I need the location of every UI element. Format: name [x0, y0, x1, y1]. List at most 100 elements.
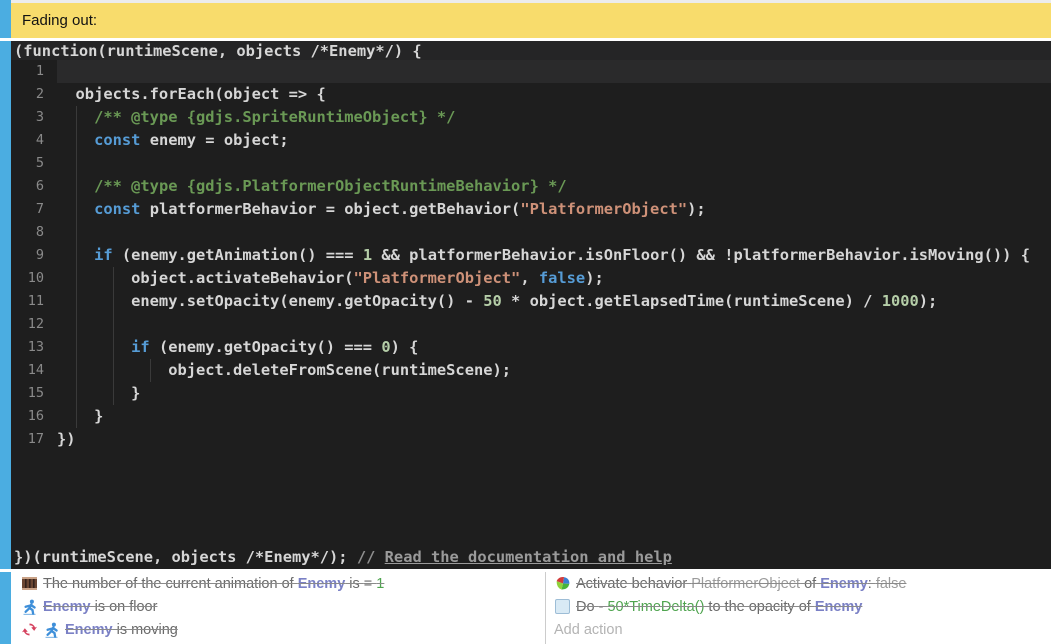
- code-token: platformerBehavior = object.getBehavior(: [140, 200, 520, 218]
- text-segment: is: [345, 576, 364, 592]
- line-number: 10: [11, 267, 57, 290]
- code-token: (enemy.getOpacity() ===: [150, 338, 382, 356]
- code-line[interactable]: 11 enemy.setOpacity(enemy.getOpacity() -…: [11, 290, 1051, 313]
- code-token: }: [57, 407, 103, 425]
- code-token: false: [539, 269, 585, 287]
- code-lines[interactable]: 12 objects.forEach(object => {3 /** @typ…: [11, 60, 1051, 451]
- code-token: 0: [381, 338, 390, 356]
- code-token: 1000: [882, 292, 919, 310]
- indent-guide: [113, 267, 114, 290]
- platformer-icon: [43, 621, 60, 638]
- indent-guide: [76, 221, 77, 244]
- code-line[interactable]: 15 }: [11, 382, 1051, 405]
- condition-row[interactable]: Enemy is moving: [11, 618, 545, 641]
- code-line[interactable]: 9 if (enemy.getAnimation() === 1 && plat…: [11, 244, 1051, 267]
- code-token: (function(runtimeScene, objects /*Enemy*…: [14, 42, 422, 60]
- text-segment: is moving: [113, 622, 178, 638]
- code-token: ,: [520, 269, 539, 287]
- indent-guide: [76, 244, 77, 267]
- code-line[interactable]: 12: [11, 313, 1051, 336]
- code-token: }): [57, 430, 76, 448]
- text-segment: to the opacity of: [704, 599, 814, 615]
- platformer-icon: [21, 598, 38, 615]
- text-segment: 50*TimeDelta(): [607, 599, 704, 615]
- indent-guide: [76, 152, 77, 175]
- indent-guide: [113, 336, 114, 359]
- line-text: objects.forEach(object => {: [57, 83, 1051, 106]
- object-name: Enemy: [820, 576, 868, 592]
- text-segment: The number of the current animation of: [43, 576, 298, 592]
- indent-guide: [113, 359, 114, 382]
- line-number: 3: [11, 106, 57, 129]
- action-row[interactable]: Do - 50*TimeDelta() to the opacity of En…: [546, 595, 1051, 618]
- indent-guide: [113, 313, 114, 336]
- code-line[interactable]: 14 object.deleteFromScene(runtimeScene);: [11, 359, 1051, 382]
- line-number: 1: [11, 60, 57, 83]
- line-number: 13: [11, 336, 57, 359]
- code-token: objects.forEach(object => {: [57, 85, 326, 103]
- code-token: const: [94, 200, 140, 218]
- code-token: //: [357, 548, 385, 566]
- text-segment: PlatformerObject: [691, 576, 800, 592]
- code-token: && platformerBehavior.isOnFloor() && !pl…: [372, 246, 1030, 264]
- code-token: );: [687, 200, 706, 218]
- condition-row[interactable]: Enemy is on floor: [11, 595, 545, 618]
- event-comment-bar[interactable]: Fading out:: [11, 3, 1051, 38]
- conditions-column: The number of the current animation of E…: [11, 572, 545, 641]
- code-line[interactable]: 7 const platformerBehavior = object.getB…: [11, 198, 1051, 221]
- line-number: 16: [11, 405, 57, 428]
- text-segment: false: [876, 576, 907, 592]
- code-token: })(runtimeScene, objects /*Enemy*/);: [14, 548, 357, 566]
- line-text: if (enemy.getAnimation() === 1 && platfo…: [57, 244, 1051, 267]
- line-text: }: [57, 405, 1051, 428]
- add-action-button[interactable]: Add action: [546, 618, 1051, 641]
- line-number: 11: [11, 290, 57, 313]
- gdevelop-event-sheet: Fading out: (function(runtimeScene, obje…: [0, 0, 1051, 644]
- code-line[interactable]: 6 /** @type {gdjs.PlatformerObjectRuntim…: [11, 175, 1051, 198]
- line-text: [57, 60, 1051, 83]
- code-token: if: [131, 338, 150, 356]
- action-row[interactable]: Activate behavior PlatformerObject of En…: [546, 572, 1051, 595]
- instruction-text: The number of the current animation of E…: [43, 576, 384, 592]
- text-segment: 1: [376, 576, 384, 592]
- code-token: [57, 338, 131, 356]
- code-line[interactable]: 1: [11, 60, 1051, 83]
- code-token: /** @type {gdjs.PlatformerObjectRuntimeB…: [94, 177, 567, 195]
- object-name: Enemy: [815, 599, 863, 615]
- indent-guide: [150, 359, 151, 382]
- line-text: /** @type {gdjs.PlatformerObjectRuntimeB…: [57, 175, 1051, 198]
- object-name: Enemy: [298, 576, 346, 592]
- line-text: }): [57, 428, 1051, 451]
- text-segment: =: [364, 576, 377, 592]
- animation-icon: [21, 575, 38, 592]
- code-token: const: [94, 131, 140, 149]
- code-header-line: (function(runtimeScene, objects /*Enemy*…: [11, 41, 1051, 60]
- event-selection-strip[interactable]: [0, 0, 11, 644]
- event-comment-text: Fading out:: [22, 12, 97, 29]
- code-line[interactable]: 2 objects.forEach(object => {: [11, 83, 1051, 106]
- code-line[interactable]: 16 }: [11, 405, 1051, 428]
- line-number: 17: [11, 428, 57, 451]
- code-line[interactable]: 17}): [11, 428, 1051, 451]
- code-line[interactable]: 3 /** @type {gdjs.SpriteRuntimeObject} *…: [11, 106, 1051, 129]
- line-text: [57, 152, 1051, 175]
- js-code-editor[interactable]: (function(runtimeScene, objects /*Enemy*…: [11, 41, 1051, 569]
- line-text: const platformerBehavior = object.getBeh…: [57, 198, 1051, 221]
- line-number: 14: [11, 359, 57, 382]
- indent-guide: [76, 382, 77, 405]
- documentation-link[interactable]: Read the documentation and help: [385, 548, 672, 566]
- code-line[interactable]: 13 if (enemy.getOpacity() === 0) {: [11, 336, 1051, 359]
- code-line[interactable]: 4 const enemy = object;: [11, 129, 1051, 152]
- condition-row[interactable]: The number of the current animation of E…: [11, 572, 545, 595]
- code-token: "PlatformerObject": [520, 200, 687, 218]
- line-text: const enemy = object;: [57, 129, 1051, 152]
- code-token: );: [585, 269, 604, 287]
- code-line[interactable]: 10 object.activateBehavior("PlatformerOb…: [11, 267, 1051, 290]
- code-token: enemy.setOpacity(enemy.getOpacity() -: [57, 292, 483, 310]
- indent-guide: [76, 313, 77, 336]
- line-text: [57, 313, 1051, 336]
- code-token: object.deleteFromScene(runtimeScene);: [57, 361, 511, 379]
- code-line[interactable]: 5: [11, 152, 1051, 175]
- line-text: if (enemy.getOpacity() === 0) {: [57, 336, 1051, 359]
- code-line[interactable]: 8: [11, 221, 1051, 244]
